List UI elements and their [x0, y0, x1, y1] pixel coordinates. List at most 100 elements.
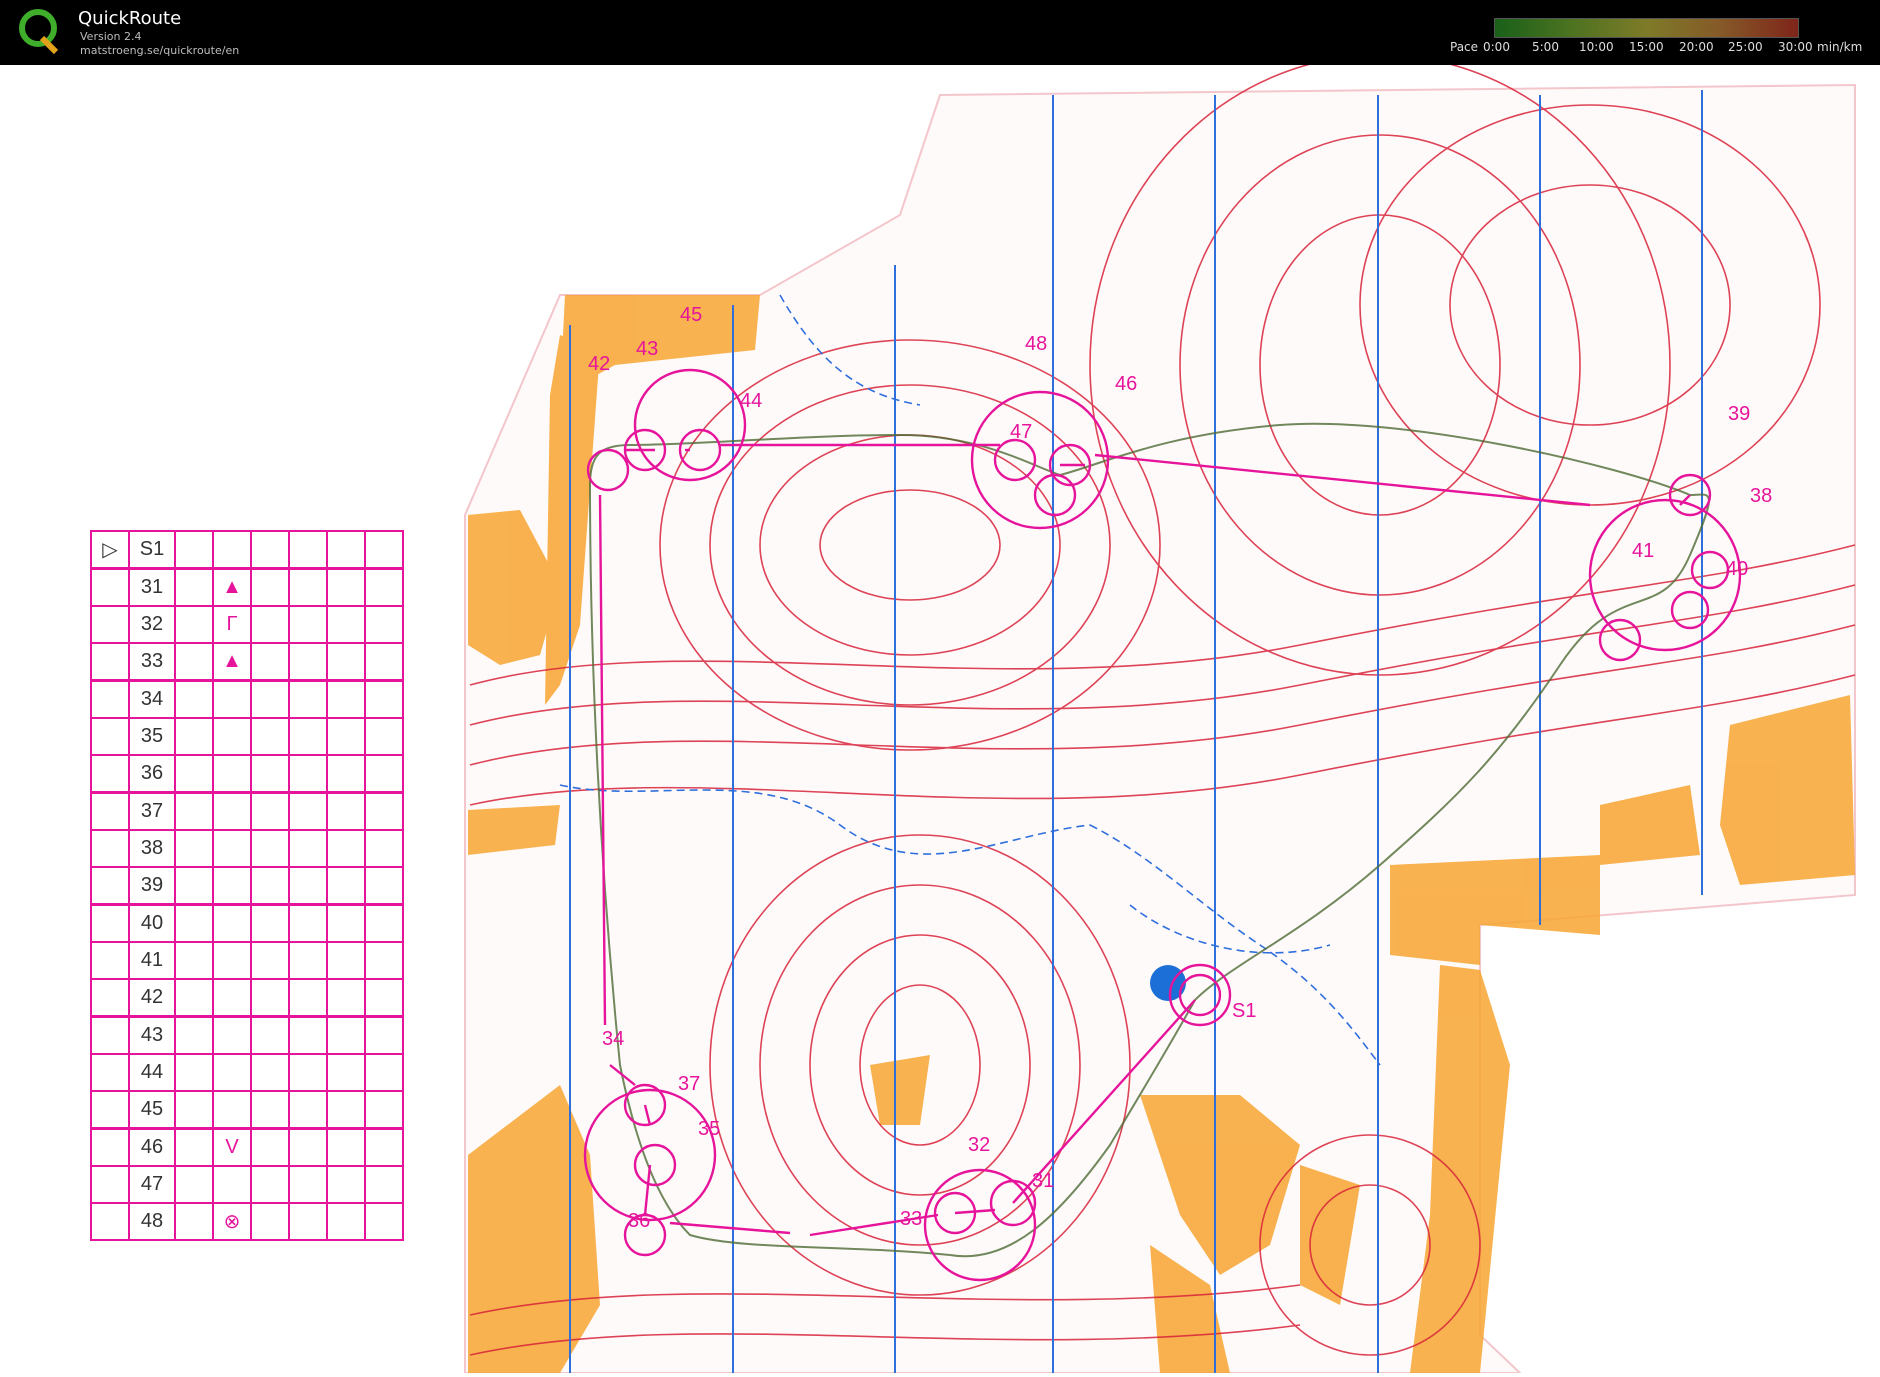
- cd-feature-symbol: [212, 791, 252, 831]
- cd-cell: [174, 978, 214, 1018]
- cd-feature-symbol: ⊗: [212, 1202, 252, 1241]
- cd-cell: [174, 866, 214, 906]
- cd-feature-symbol: [212, 1015, 252, 1055]
- cd-feature-symbol: [212, 1053, 252, 1092]
- app-version: Version 2.4: [80, 30, 142, 43]
- cd-cell: [364, 1165, 404, 1204]
- control-label-43: 43: [636, 338, 658, 360]
- cd-cell: [174, 941, 214, 980]
- control-label-45: 45: [680, 304, 702, 326]
- cd-cell: [90, 941, 130, 980]
- cd-cell: [174, 754, 214, 794]
- cd-feature-symbol: Γ: [212, 605, 252, 644]
- cd-cell: [250, 642, 290, 682]
- cd-cell: [326, 941, 366, 980]
- cd-cell: [174, 1090, 214, 1130]
- pace-tick: 25:00: [1728, 40, 1763, 54]
- cd-cell: [364, 605, 404, 644]
- cd-cell: [90, 567, 130, 607]
- control-label-S1: S1: [1232, 1000, 1256, 1022]
- cd-cell: [326, 866, 366, 906]
- control-label-41: 41: [1632, 540, 1654, 562]
- control-label-33: 33: [900, 1208, 922, 1230]
- cd-cell: [364, 1127, 404, 1167]
- cd-cell: [288, 605, 328, 644]
- control-label-46: 46: [1115, 373, 1137, 395]
- cd-cell: [250, 866, 290, 906]
- cd-cell: [288, 1127, 328, 1167]
- cd-feature-symbol: [212, 866, 252, 906]
- cd-row: 38: [90, 829, 404, 868]
- cd-cell: [288, 679, 328, 719]
- cd-cell: [364, 679, 404, 719]
- cd-cell: [326, 1090, 366, 1130]
- cd-cell: [250, 717, 290, 756]
- cd-code: 34: [128, 679, 176, 719]
- cd-cell: [326, 903, 366, 943]
- app-url[interactable]: matstroeng.se/quickroute/en: [80, 44, 239, 57]
- cd-cell: [174, 717, 214, 756]
- cd-cell: [288, 567, 328, 607]
- start-triangle-icon: ▷: [90, 530, 130, 570]
- cd-cell: [364, 978, 404, 1018]
- cd-code: 36: [128, 754, 176, 794]
- cd-cell: [174, 1053, 214, 1092]
- cd-cell: [174, 1127, 214, 1167]
- cd-cell: [174, 642, 214, 682]
- cd-cell: [90, 1202, 130, 1241]
- cd-cell: [250, 1202, 290, 1241]
- cd-cell: [250, 1015, 290, 1055]
- cd-code: 41: [128, 941, 176, 980]
- cd-cell: [364, 1053, 404, 1092]
- cd-row: 47: [90, 1165, 404, 1204]
- cd-feature-symbol: [212, 679, 252, 719]
- cd-row: 41: [90, 941, 404, 980]
- cd-cell: [326, 1202, 366, 1241]
- cd-code: 37: [128, 791, 176, 831]
- cd-cell: [174, 1202, 214, 1241]
- cd-feature-symbol: ▲: [212, 642, 252, 682]
- cd-cell: [90, 791, 130, 831]
- cd-row: 37: [90, 791, 404, 831]
- map-canvas[interactable]: S1 31 32 33 34 35 36 37 38 39 40 41 42 4…: [0, 54, 1880, 1374]
- cd-start-code: S1: [128, 530, 176, 570]
- cd-cell: [250, 1165, 290, 1204]
- cd-cell: [90, 1015, 130, 1055]
- cd-cell: [174, 791, 214, 831]
- cd-cell: [288, 754, 328, 794]
- cd-feature-symbol: ▲: [212, 567, 252, 607]
- cd-cell: [288, 1165, 328, 1204]
- cd-cell: [90, 754, 130, 794]
- cd-cell: [364, 1015, 404, 1055]
- cd-cell: [326, 791, 366, 831]
- cd-cell: [364, 903, 404, 943]
- cd-code: 38: [128, 829, 176, 868]
- cd-cell: [250, 1127, 290, 1167]
- cd-cell: [364, 1090, 404, 1130]
- control-label-47: 47: [1010, 421, 1032, 443]
- cd-cell: [326, 978, 366, 1018]
- cd-cell: [288, 978, 328, 1018]
- cd-cell: [326, 605, 366, 644]
- control-label-44: 44: [740, 390, 762, 412]
- cd-cell: [326, 1015, 366, 1055]
- cd-row: 32 Γ: [90, 605, 404, 644]
- cd-feature-symbol: [212, 1165, 252, 1204]
- app-header: QuickRoute Version 2.4 matstroeng.se/qui…: [0, 0, 1880, 65]
- pace-tick: 0:00: [1483, 40, 1510, 54]
- cd-feature-symbol: [212, 717, 252, 756]
- cd-feature-symbol: [212, 903, 252, 943]
- cd-feature-symbol: [212, 829, 252, 868]
- cd-cell: [288, 1053, 328, 1092]
- cd-cell: [174, 1015, 214, 1055]
- cd-cell: [288, 829, 328, 868]
- cd-code: 40: [128, 903, 176, 943]
- cd-row: 34: [90, 679, 404, 719]
- cd-code: 46: [128, 1127, 176, 1167]
- cd-cell: [90, 717, 130, 756]
- cd-cell: [364, 829, 404, 868]
- cd-cell: [250, 567, 290, 607]
- cd-cell: [364, 754, 404, 794]
- control-label-38: 38: [1750, 485, 1772, 507]
- cd-cell: [364, 941, 404, 980]
